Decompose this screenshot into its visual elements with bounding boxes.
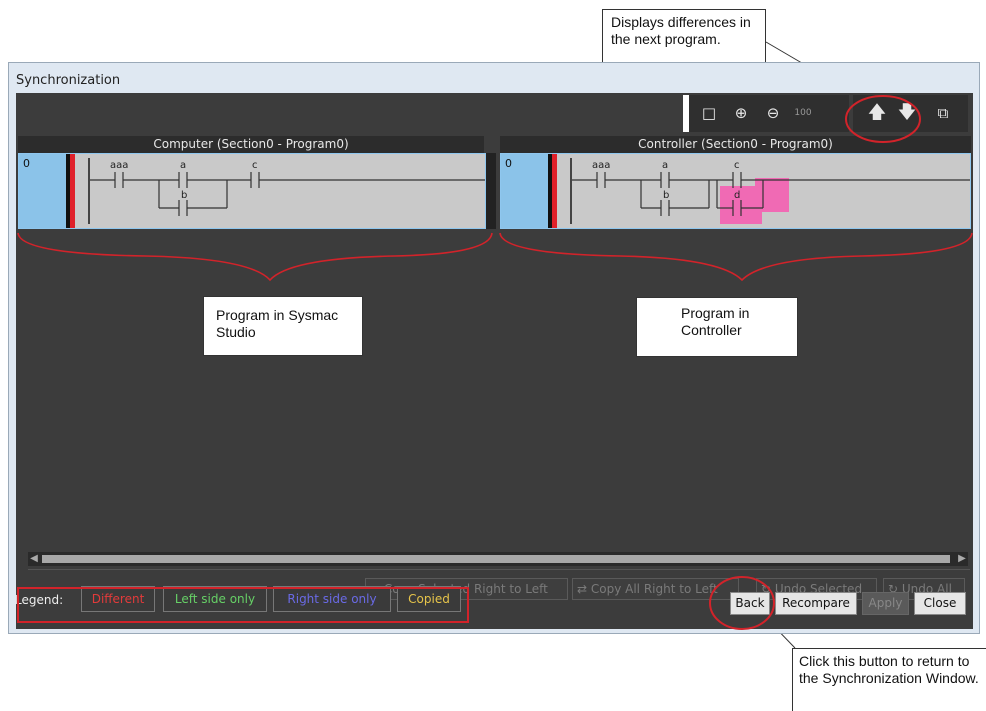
back-button-highlight bbox=[709, 576, 775, 630]
left-pane-brace bbox=[17, 232, 493, 282]
program-controller-callout: Program in Controller bbox=[636, 297, 798, 357]
back-button-callout: Click this button to return to the Synch… bbox=[792, 648, 986, 711]
nav-buttons-highlight bbox=[845, 95, 921, 143]
program-sysmac-callout: Program in Sysmac Studio bbox=[203, 296, 363, 356]
legend-highlight-box bbox=[17, 587, 469, 623]
right-pane-brace bbox=[499, 232, 973, 282]
